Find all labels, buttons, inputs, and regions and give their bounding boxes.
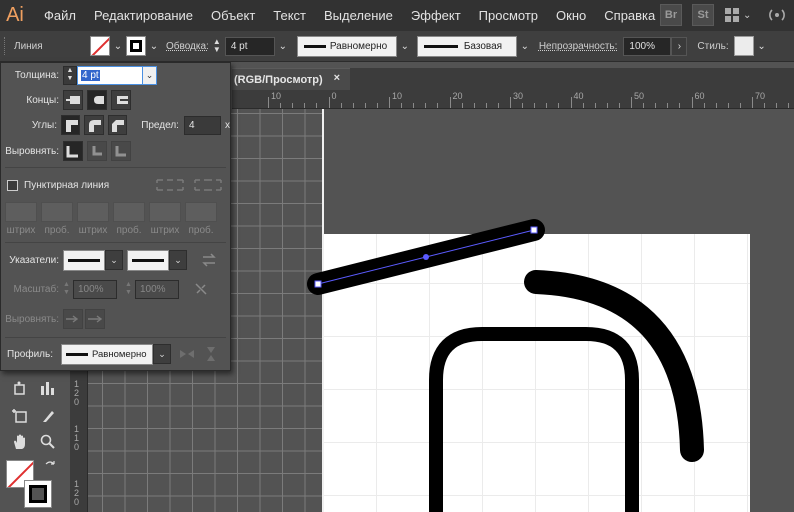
miter-join-button[interactable] <box>61 115 81 135</box>
align-center-button[interactable] <box>63 141 83 161</box>
end-arrowhead-dropdown-icon[interactable]: ⌄ <box>169 250 187 270</box>
column-graph-icon[interactable] <box>36 376 60 400</box>
weight-input[interactable]: 4 pt <box>77 65 143 85</box>
dashed-line-label: Пунктирная линия <box>24 179 110 191</box>
anchor-point-start <box>314 280 322 288</box>
panel-divider <box>5 167 226 168</box>
dash-2-input[interactable] <box>77 202 109 222</box>
artboard-tool-icon[interactable] <box>8 404 32 428</box>
vruler-label-1: 1 2 0 <box>74 379 80 407</box>
arrowheads-label: Указатели: <box>9 254 59 266</box>
align-inside-button[interactable] <box>87 141 107 161</box>
rounded-rectangle-shape <box>429 327 639 512</box>
dash-exact-button[interactable] <box>153 175 187 195</box>
gap-1-label: проб. <box>44 224 70 236</box>
flip-along-icon[interactable] <box>179 346 195 362</box>
limit-unit: x <box>225 119 231 131</box>
zoom-tool-icon[interactable] <box>36 430 60 454</box>
panel-divider <box>5 242 226 243</box>
weight-label: Толщина: <box>14 69 59 81</box>
start-arrowhead-select[interactable] <box>63 249 105 271</box>
gap-3-label: проб. <box>188 224 214 236</box>
vruler-label-2: 1 1 0 <box>74 424 80 452</box>
symbol-sprayer-icon[interactable] <box>8 376 32 400</box>
swap-arrowheads-icon[interactable] <box>201 252 217 268</box>
butt-cap-button[interactable] <box>63 90 83 110</box>
arrow-tip-beyond-button[interactable] <box>63 309 83 329</box>
dash-1-input[interactable] <box>5 202 37 222</box>
gap-2-input[interactable] <box>113 202 145 222</box>
center-point <box>423 254 429 260</box>
weight-value: 4 pt <box>81 69 100 81</box>
swap-colors-icon[interactable] <box>42 458 58 474</box>
profile-dropdown-icon[interactable]: ⌄ <box>153 344 171 364</box>
gap-3-input[interactable] <box>185 202 217 222</box>
scale-end-stepper-icon[interactable]: ▲ ▼ <box>125 281 135 297</box>
tools-panel <box>0 370 70 512</box>
end-arrowhead-select[interactable] <box>127 249 169 271</box>
miter-limit-input[interactable]: 4 <box>183 115 222 135</box>
round-join-button[interactable] <box>84 115 104 135</box>
limit-label: Предел: <box>141 119 179 131</box>
arrow-tip-at-end-button[interactable] <box>85 309 105 329</box>
start-arrowhead-dropdown-icon[interactable]: ⌄ <box>105 250 123 270</box>
dashed-line-checkbox[interactable] <box>7 179 18 191</box>
scale-start-stepper-icon[interactable]: ▲ ▼ <box>63 281 73 297</box>
vertical-ruler[interactable]: 1 2 0 1 1 0 1 2 0 <box>70 370 88 512</box>
gap-2-label: проб. <box>116 224 142 236</box>
link-scale-icon[interactable] <box>193 281 209 297</box>
gap-1-input[interactable] <box>41 202 73 222</box>
corners-label: Углы: <box>31 119 58 131</box>
dash-2-label: штрих <box>78 224 108 236</box>
weight-dropdown-icon[interactable]: ⌄ <box>143 65 157 85</box>
dash-align-corners-button[interactable] <box>191 175 225 195</box>
stroke-color-box[interactable] <box>24 480 52 508</box>
slice-tool-icon[interactable] <box>36 404 60 428</box>
scale-start-input[interactable]: 100% <box>73 279 117 299</box>
scale-end-input[interactable]: 100% <box>135 279 179 299</box>
profile-select-value: Равномерно <box>92 348 147 360</box>
bevel-join-button[interactable] <box>107 115 128 135</box>
round-cap-button[interactable] <box>87 90 107 110</box>
vruler-label-3: 1 2 0 <box>74 479 80 507</box>
align-stroke-label: Выровнять: <box>5 145 59 157</box>
weight-stepper-icon[interactable]: ▲ ▼ <box>63 65 77 85</box>
anchor-point-end <box>530 226 538 234</box>
dash-1-label: штрих <box>6 224 36 236</box>
flip-across-icon[interactable] <box>203 346 219 362</box>
dash-3-input[interactable] <box>149 202 181 222</box>
profile-label: Профиль: <box>7 348 53 360</box>
dash-3-label: штрих <box>150 224 180 236</box>
profile-select[interactable]: Равномерно <box>61 343 153 365</box>
panel-divider <box>5 337 226 338</box>
scale-label: Масштаб: <box>13 283 59 295</box>
arrow-align-label: Выровнять: <box>5 313 59 325</box>
arc-stroke-shape <box>524 270 704 462</box>
projecting-cap-button[interactable] <box>111 90 131 110</box>
caps-label: Концы: <box>26 94 59 106</box>
stroke-panel: Толщина: ▲ ▼ 4 pt ⌄ Концы: Углы: Предел:… <box>0 62 231 371</box>
align-outside-button[interactable] <box>111 141 131 161</box>
hand-tool-icon[interactable] <box>8 430 32 454</box>
